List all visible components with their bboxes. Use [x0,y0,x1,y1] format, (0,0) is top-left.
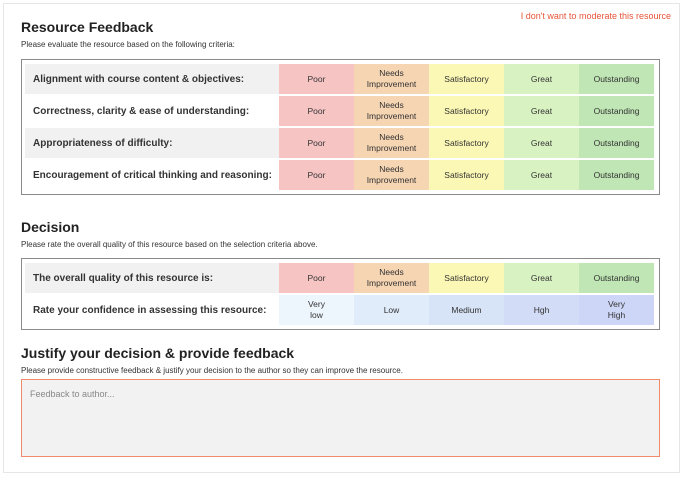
rating-needs-improvement[interactable]: Needs Improvement [354,128,429,158]
quality-needs-improvement[interactable]: Needs Improvement [354,263,429,293]
rating-great[interactable]: Great [504,160,579,190]
confidence-high[interactable]: Hgh [504,295,579,325]
resource-feedback-heading: Resource Feedback [21,19,154,35]
decision-heading: Decision [21,219,80,235]
criterion-row-alignment: Alignment with course content & objectiv… [25,64,656,94]
quality-outstanding[interactable]: Outstanding [579,263,654,293]
rating-needs-improvement[interactable]: Needs Improvement [354,64,429,94]
rating-needs-improvement[interactable]: Needs Improvement [354,160,429,190]
decision-table: The overall quality of this resource is:… [21,258,660,330]
rating-poor[interactable]: Poor [279,128,354,158]
justify-heading: Justify your decision & provide feedback [21,345,295,361]
criterion-label: Alignment with course content & objectiv… [25,64,279,94]
quality-poor[interactable]: Poor [279,263,354,293]
rating-outstanding[interactable]: Outstanding [579,64,654,94]
rating-poor[interactable]: Poor [279,160,354,190]
quality-label: The overall quality of this resource is: [25,263,279,293]
rating-satisfactory[interactable]: Satisfactory [429,96,504,126]
confidence-very-low[interactable]: Very low [279,295,354,325]
quality-row: The overall quality of this resource is:… [25,263,656,293]
confidence-medium[interactable]: Medium [429,295,504,325]
confidence-low[interactable]: Low [354,295,429,325]
rating-satisfactory[interactable]: Satisfactory [429,128,504,158]
confidence-row: Rate your confidence in assessing this r… [25,295,656,325]
criterion-label: Encouragement of critical thinking and r… [25,160,279,190]
criterion-label: Appropriateness of difficulty: [25,128,279,158]
criterion-row-critical-thinking: Encouragement of critical thinking and r… [25,160,656,190]
justify-subtitle: Please provide constructive feedback & j… [21,366,403,375]
rating-poor[interactable]: Poor [279,96,354,126]
rating-outstanding[interactable]: Outstanding [579,160,654,190]
confidence-very-high[interactable]: Very High [579,295,654,325]
quality-satisfactory[interactable]: Satisfactory [429,263,504,293]
rating-satisfactory[interactable]: Satisfactory [429,160,504,190]
quality-great[interactable]: Great [504,263,579,293]
rating-great[interactable]: Great [504,128,579,158]
decision-subtitle: Please rate the overall quality of this … [21,240,318,249]
criterion-label: Correctness, clarity & ease of understan… [25,96,279,126]
criterion-row-difficulty: Appropriateness of difficulty: Poor Need… [25,128,656,158]
resource-feedback-subtitle: Please evaluate the resource based on th… [21,40,235,49]
criteria-table: Alignment with course content & objectiv… [21,59,660,195]
decline-moderation-link[interactable]: I don't want to moderate this resource [521,11,671,21]
rating-outstanding[interactable]: Outstanding [579,128,654,158]
rating-great[interactable]: Great [504,96,579,126]
criterion-row-correctness: Correctness, clarity & ease of understan… [25,96,656,126]
rating-outstanding[interactable]: Outstanding [579,96,654,126]
rating-great[interactable]: Great [504,64,579,94]
rating-poor[interactable]: Poor [279,64,354,94]
rating-needs-improvement[interactable]: Needs Improvement [354,96,429,126]
feedback-textarea[interactable] [21,379,660,457]
rating-satisfactory[interactable]: Satisfactory [429,64,504,94]
confidence-label: Rate your confidence in assessing this r… [25,295,279,325]
